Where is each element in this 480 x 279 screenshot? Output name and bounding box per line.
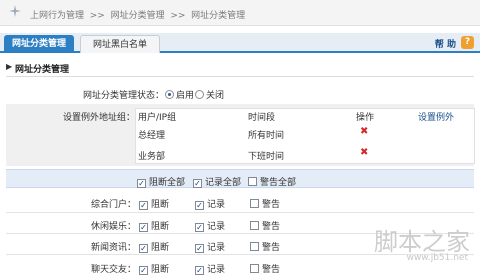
warn-all-checkbox[interactable] (248, 177, 257, 186)
tab-url-category[interactable]: 网址分类管理 (4, 35, 74, 53)
exception-row-group: 业务部 (138, 152, 166, 162)
category-label: 休闲娱乐： (90, 222, 136, 232)
breadcrumb-item: 网址分类管理 (191, 11, 246, 21)
tab-url-blackwhite-list[interactable]: 网址黑白名单 (80, 35, 160, 53)
exception-row-time: 所有时间 (248, 131, 285, 141)
row-divider (6, 212, 474, 213)
delete-icon[interactable]: ✖ (360, 126, 368, 137)
header-user-ip-group: 用户/IP组 (138, 113, 177, 123)
status-enable-option[interactable]: 启用 (165, 88, 194, 101)
radio-disable[interactable] (195, 90, 204, 99)
category-block-option[interactable]: ✓ 阻断 (139, 219, 169, 232)
breadcrumb-item[interactable]: 网址分类管理 (111, 11, 165, 21)
category-warn-option[interactable]: 警告 (250, 262, 280, 275)
record-all-checkbox[interactable]: ✓ (193, 179, 202, 188)
category-block-option[interactable]: ✓ 阻断 (139, 262, 169, 275)
block-all-checkbox[interactable]: ✓ (137, 179, 146, 188)
category-record-option[interactable]: ✓ 记录 (195, 219, 225, 232)
breadcrumb-bar: 上网行为管理 >> 网址分类管理 >> 网址分类管理 (0, 0, 480, 26)
help-link[interactable]: 帮 助 (435, 37, 456, 50)
tab-bar: 网址分类管理 网址黑白名单 帮 助 ? (0, 33, 480, 53)
category-label: 综合门户： (90, 200, 136, 210)
block-checkbox[interactable]: ✓ (139, 244, 148, 253)
block-checkbox[interactable]: ✓ (139, 201, 148, 210)
sparkle-icon (9, 5, 21, 17)
category-record-option[interactable]: ✓ 记录 (195, 262, 225, 275)
record-all-option[interactable]: ✓ 记录全部 (193, 175, 241, 188)
section-title: 网址分类管理 (15, 65, 70, 75)
warn-all-option[interactable]: 警告全部 (248, 175, 296, 188)
radio-enable[interactable] (165, 90, 174, 99)
header-time-period: 时间段 (248, 113, 276, 123)
category-warn-option[interactable]: 警告 (250, 240, 280, 253)
category-block-option[interactable]: ✓ 阻断 (139, 197, 169, 210)
block-checkbox[interactable]: ✓ (139, 223, 148, 232)
warn-checkbox[interactable] (250, 264, 259, 273)
exception-row-group: 总经理 (138, 131, 166, 141)
watermark-text: 脚本之家 (374, 228, 470, 256)
category-warn-option[interactable]: 警告 (250, 197, 280, 210)
exception-label: 设置例外地址组： (62, 113, 135, 123)
record-checkbox[interactable]: ✓ (195, 223, 204, 232)
set-exception-link[interactable]: 设置例外 (418, 110, 454, 123)
status-label: 网址分类管理状态： (82, 91, 164, 101)
category-record-option[interactable]: ✓ 记录 (195, 197, 225, 210)
breadcrumb-item[interactable]: 上网行为管理 (30, 11, 84, 21)
block-all-option[interactable]: ✓ 阻断全部 (137, 175, 185, 188)
record-checkbox[interactable]: ✓ (195, 266, 204, 275)
exception-row-time: 下班时间 (248, 152, 285, 162)
help-icon[interactable]: ? (461, 36, 474, 49)
warn-checkbox[interactable] (250, 221, 259, 230)
record-checkbox[interactable]: ✓ (195, 201, 204, 210)
category-label: 新闻资讯： (90, 243, 136, 253)
category-block-option[interactable]: ✓ 阻断 (139, 240, 169, 253)
block-checkbox[interactable]: ✓ (139, 266, 148, 275)
breadcrumb: 上网行为管理 >> 网址分类管理 >> 网址分类管理 (30, 8, 245, 21)
warn-checkbox[interactable] (250, 199, 259, 208)
category-label: 聊天交友： (90, 265, 136, 275)
delete-icon[interactable]: ✖ (360, 147, 368, 158)
category-record-option[interactable]: ✓ 记录 (195, 240, 225, 253)
breadcrumb-separator: >> (170, 11, 186, 21)
category-warn-option[interactable]: 警告 (250, 219, 280, 232)
header-operation: 操作 (356, 113, 375, 123)
breadcrumb-separator: >> (89, 11, 105, 21)
section-header: ▶ 网址分类管理 (6, 58, 474, 77)
triangle-right-icon: ▶ (6, 62, 13, 71)
status-disable-option[interactable]: 关闭 (195, 88, 224, 101)
warn-checkbox[interactable] (250, 242, 259, 251)
watermark-url: www.jb51.net (406, 253, 468, 263)
record-checkbox[interactable]: ✓ (195, 244, 204, 253)
